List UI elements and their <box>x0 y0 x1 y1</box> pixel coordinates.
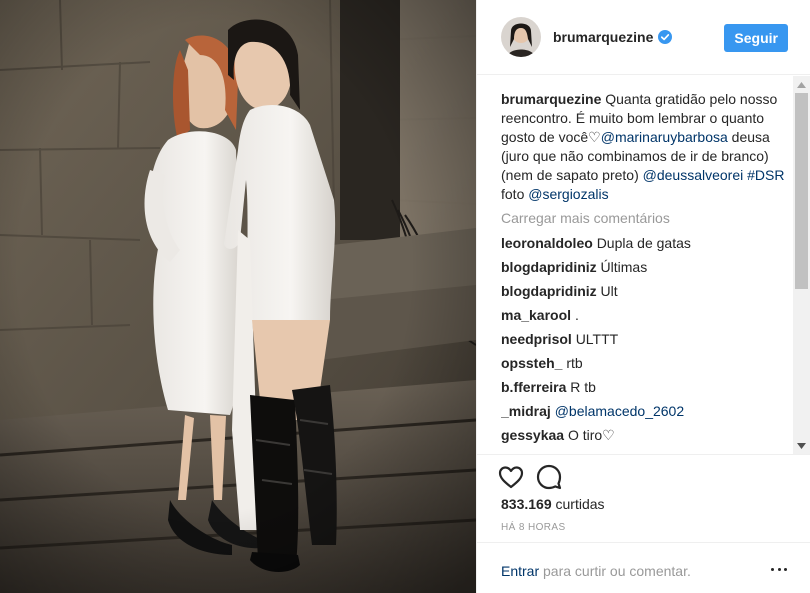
likes-number: 833.169 <box>501 496 552 512</box>
comment-author[interactable]: blogdapridiniz <box>501 283 597 299</box>
likes-label: curtidas <box>555 496 605 512</box>
comment-author[interactable]: b.fferreira <box>501 379 566 395</box>
scroll-down-arrow-icon[interactable] <box>793 437 810 454</box>
comments-list[interactable]: brumarquezine Quanta gratidão pelo nosso… <box>501 90 791 454</box>
comment-text: Dupla de gatas <box>596 235 691 251</box>
more-options-icon[interactable] <box>771 563 787 575</box>
caption-text-3: foto <box>501 186 525 202</box>
comment-mention[interactable]: @belamacedo_2602 <box>555 403 684 419</box>
caption-mention-3[interactable]: @sergiozalis <box>528 186 608 202</box>
like-button[interactable] <box>497 463 525 491</box>
comment-item: b.fferreira R tb <box>501 378 791 397</box>
comment-text: R tb <box>570 379 596 395</box>
comment-item: needprisol ULTTT <box>501 330 791 349</box>
follow-button[interactable]: Seguir <box>724 24 788 52</box>
avatar[interactable] <box>501 17 541 57</box>
heart-outline-icon <box>498 466 524 489</box>
comment-text: Últimas <box>600 259 648 275</box>
username[interactable]: brumarquezine <box>553 29 653 45</box>
instagram-post: brumarquezine Seguir brumarquezine Quant… <box>0 0 810 593</box>
comment-author[interactable]: blogdapridiniz <box>501 259 597 275</box>
comment-text: O tiro♡ <box>567 427 615 443</box>
comment-author[interactable]: needprisol <box>501 331 572 347</box>
scrollbar-thumb[interactable] <box>795 93 808 289</box>
post-sidebar: brumarquezine Seguir brumarquezine Quant… <box>476 0 810 593</box>
login-prompt: Entrar para curtir ou comentar. <box>501 563 691 579</box>
comment-author[interactable]: ma_karool <box>501 307 571 323</box>
comment-item: ma_karool . <box>501 306 791 325</box>
scroll-up-arrow-icon[interactable] <box>793 76 810 93</box>
post-photo[interactable] <box>0 0 476 593</box>
caption-mention-1[interactable]: @marinaruybarbosa <box>601 129 728 145</box>
avatar-image <box>501 17 541 57</box>
add-comment-section: Entrar para curtir ou comentar. <box>477 542 810 593</box>
comment-author[interactable]: _midraj <box>501 403 551 419</box>
post-header: brumarquezine Seguir <box>477 0 810 75</box>
comment-author[interactable]: opssteh_ <box>501 355 562 371</box>
comment-item: gessykaa O tiro♡ <box>501 426 791 445</box>
caption-hashtag[interactable]: #DSR <box>747 167 784 183</box>
comment-text: ULTTT <box>575 331 619 347</box>
post-timestamp: HÁ 8 HORAS <box>501 522 566 533</box>
likes-count[interactable]: 833.169 curtidas <box>501 496 605 512</box>
comment-item: blogdapridiniz Últimas <box>501 258 791 277</box>
speech-bubble-icon <box>536 464 562 490</box>
comment-text: rtb <box>566 355 583 371</box>
comment-author[interactable]: leoronaldoleo <box>501 235 593 251</box>
post-caption: brumarquezine Quanta gratidão pelo nosso… <box>501 90 791 204</box>
photo-illustration <box>0 0 476 593</box>
comment-item: _midraj @belamacedo_2602 <box>501 402 791 421</box>
comment-item: leoronaldoleo Dupla de gatas <box>501 234 791 253</box>
login-link[interactable]: Entrar <box>501 563 539 579</box>
verified-badge-icon <box>658 30 673 44</box>
comment-text: Ult <box>600 283 618 299</box>
caption-mention-2[interactable]: @deussalveorei <box>643 167 744 183</box>
login-prompt-text: para curtir ou comentar. <box>543 563 691 579</box>
comment-item: blogdapridiniz Ult <box>501 282 791 301</box>
comment-item: opssteh_ rtb <box>501 354 791 373</box>
comment-button[interactable] <box>535 463 563 491</box>
comment-text: . <box>574 307 579 323</box>
caption-author[interactable]: brumarquezine <box>501 91 601 107</box>
load-more-comments[interactable]: Carregar mais comentários <box>501 209 791 228</box>
post-actions: 833.169 curtidas HÁ 8 HORAS <box>477 454 810 542</box>
comments-scrollbar[interactable] <box>793 76 810 454</box>
comment-author[interactable]: gessykaa <box>501 427 564 443</box>
